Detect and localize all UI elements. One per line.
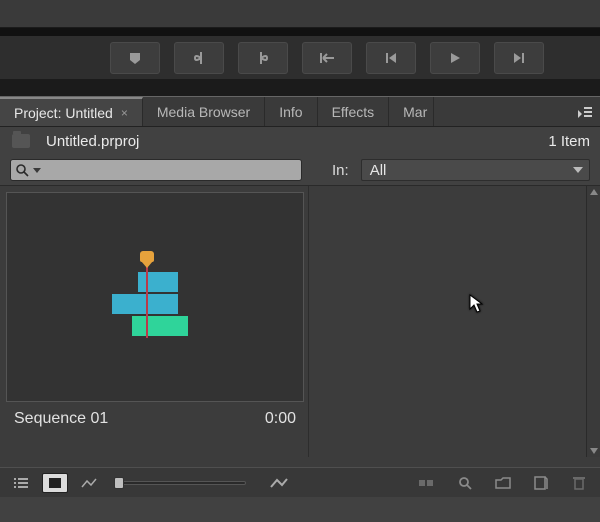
step-forward-button[interactable] xyxy=(494,42,544,74)
close-icon[interactable]: × xyxy=(121,106,128,120)
spacer xyxy=(0,457,600,467)
tab-label: Mar xyxy=(403,104,427,120)
panel-menu-button[interactable] xyxy=(570,97,600,126)
item-name[interactable]: Sequence 01 xyxy=(14,410,108,428)
bin-items: Sequence 01 0:00 xyxy=(0,186,308,457)
tab-markers[interactable]: Mar xyxy=(389,97,434,126)
tab-project[interactable]: Project: Untitled × xyxy=(0,97,143,126)
scroll-up-icon[interactable] xyxy=(590,189,598,195)
new-bin-button[interactable] xyxy=(490,473,516,493)
lower-toolbar xyxy=(0,467,600,497)
vertical-scrollbar[interactable] xyxy=(586,186,600,457)
chevron-down-icon[interactable] xyxy=(33,168,41,173)
transport-bar xyxy=(0,36,600,80)
delete-button[interactable] xyxy=(566,473,592,493)
set-out-button[interactable] xyxy=(238,42,288,74)
set-in-button[interactable] xyxy=(174,42,224,74)
step-back-button[interactable] xyxy=(366,42,416,74)
thumbnail-zoom-slider[interactable] xyxy=(116,481,246,485)
item-thumbnail[interactable] xyxy=(6,192,304,402)
project-filename: Untitled.prproj xyxy=(46,133,139,150)
divider xyxy=(0,80,600,96)
panel: Project: Untitled × Media Browser Info E… xyxy=(0,96,600,522)
cursor-icon xyxy=(469,294,485,317)
search-field[interactable] xyxy=(10,159,302,181)
tab-label: Media Browser xyxy=(157,104,250,120)
play-button[interactable] xyxy=(430,42,480,74)
filter-scope-value: All xyxy=(370,162,387,179)
mark-in-button[interactable] xyxy=(110,42,160,74)
filter-row: In: All xyxy=(0,155,600,185)
upper-toolbar xyxy=(0,0,600,28)
tab-label: Effects xyxy=(332,104,375,120)
filter-scope-select[interactable]: All xyxy=(361,159,590,181)
list-view-button[interactable] xyxy=(8,473,34,493)
bin-icon xyxy=(12,134,30,148)
scroll-down-icon[interactable] xyxy=(590,448,598,454)
in-label: In: xyxy=(332,162,349,179)
go-to-in-button[interactable] xyxy=(302,42,352,74)
item-count: 1 Item xyxy=(548,133,590,150)
freeform-view-button[interactable] xyxy=(76,473,102,493)
automate-to-sequence-button[interactable] xyxy=(414,473,440,493)
tab-label: Project: Untitled xyxy=(14,105,113,121)
sequence-icon xyxy=(110,250,200,344)
find-button[interactable] xyxy=(452,473,478,493)
item-duration: 0:00 xyxy=(265,410,296,428)
panel-tabs: Project: Untitled × Media Browser Info E… xyxy=(0,97,600,127)
footer xyxy=(0,497,600,522)
slider-thumb[interactable] xyxy=(114,477,124,489)
project-header: Untitled.prproj 1 Item xyxy=(0,127,600,155)
tab-label: Info xyxy=(279,104,302,120)
tab-media-browser[interactable]: Media Browser xyxy=(143,97,265,126)
item-label-row: Sequence 01 0:00 xyxy=(6,402,306,428)
new-item-button[interactable] xyxy=(528,473,554,493)
chevron-down-icon xyxy=(573,167,583,173)
search-input[interactable] xyxy=(41,160,297,180)
search-icon xyxy=(15,163,29,177)
sort-button[interactable] xyxy=(266,473,292,493)
tab-info[interactable]: Info xyxy=(265,97,317,126)
divider xyxy=(0,28,600,36)
project-content: Sequence 01 0:00 xyxy=(0,185,600,457)
icon-view-button[interactable] xyxy=(42,473,68,493)
empty-area[interactable] xyxy=(308,186,586,457)
tab-effects[interactable]: Effects xyxy=(318,97,390,126)
